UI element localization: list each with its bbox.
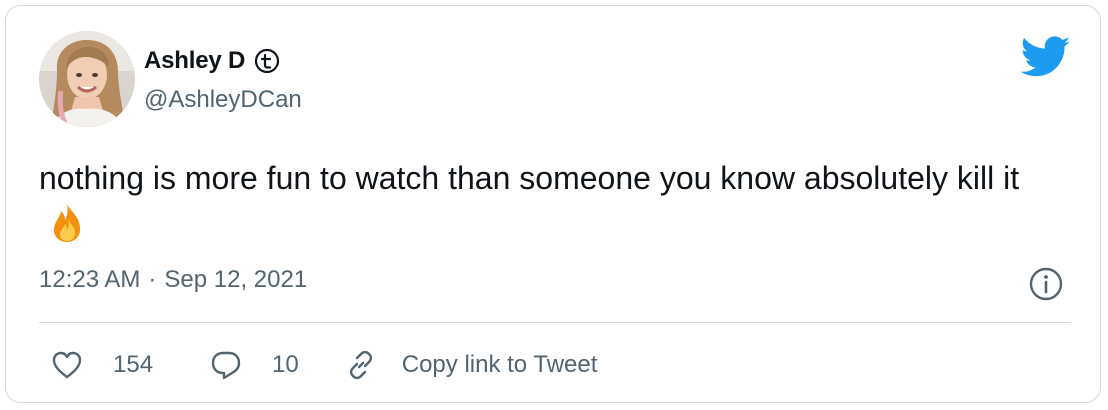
tweet-text-body: nothing is more fun to watch than someon…: [39, 160, 1020, 196]
divider: [39, 322, 1071, 323]
tweet-time[interactable]: 12:23 AM: [39, 266, 140, 294]
tweet-text: nothing is more fun to watch than someon…: [39, 156, 1039, 249]
reply-count: 10: [272, 351, 299, 378]
tweet-timestamp[interactable]: 12:23 AM · Sep 12, 2021: [39, 266, 307, 294]
tweet-date[interactable]: Sep 12, 2021: [164, 266, 307, 294]
heart-icon[interactable]: [49, 347, 85, 383]
tweet-actions: 154 10 Copy link to Tweet: [39, 343, 597, 387]
tweet-card[interactable]: Ashley D @AshleyDCan nothing is more fun…: [5, 5, 1101, 403]
reply-bubble-icon[interactable]: [208, 347, 244, 383]
author-display-name[interactable]: Ashley D: [144, 47, 245, 75]
copy-link-label[interactable]: Copy link to Tweet: [402, 351, 598, 379]
info-icon[interactable]: [1028, 266, 1064, 302]
timestamp-separator: ·: [148, 266, 157, 293]
fire-emoji-icon: [45, 201, 89, 245]
author-handle[interactable]: @AshleyDCan: [144, 86, 302, 114]
twitter-bird-icon[interactable]: [1020, 36, 1071, 78]
author-name-row[interactable]: Ashley D: [144, 44, 281, 78]
avatar-photo: [39, 31, 135, 127]
copy-link-button[interactable]: Copy link to Tweet: [343, 347, 598, 383]
topic-t-badge-icon: [253, 47, 281, 75]
avatar[interactable]: [39, 31, 135, 127]
like-count: 154: [113, 351, 154, 378]
like-button[interactable]: 154: [49, 347, 153, 383]
reply-button[interactable]: 10: [208, 347, 299, 383]
link-icon[interactable]: [343, 347, 379, 383]
